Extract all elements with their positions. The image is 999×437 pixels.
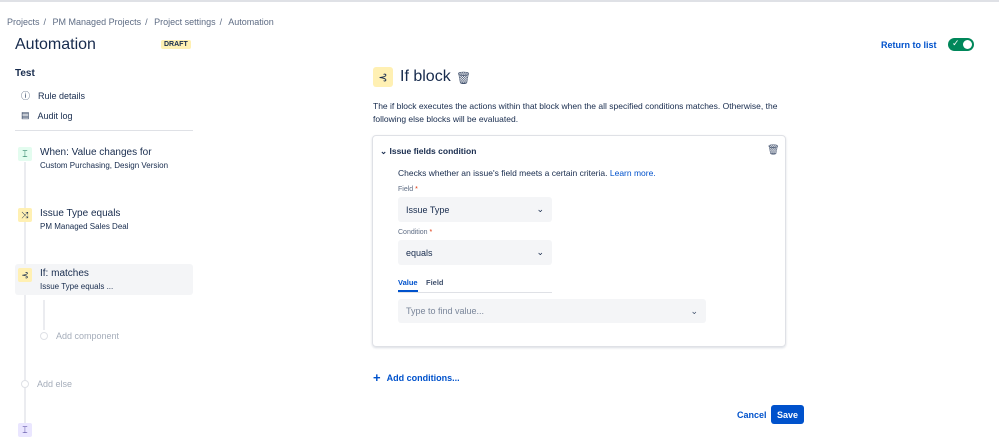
status-badge: DRAFT bbox=[161, 40, 191, 49]
branch-icon: ⊰ bbox=[18, 268, 32, 282]
rule-enabled-toggle[interactable]: ✓ bbox=[948, 38, 974, 51]
save-button[interactable]: Save bbox=[771, 405, 804, 424]
add-else-label: Add else bbox=[37, 379, 73, 389]
add-else-button[interactable]: Add else bbox=[21, 379, 72, 389]
audit-log-icon: ▤ bbox=[21, 110, 30, 120]
breadcrumb: Projects / PM Managed Projects / Project s… bbox=[7, 17, 274, 27]
flow-line-nested bbox=[43, 300, 45, 330]
circle-icon bbox=[21, 380, 29, 388]
add-component-label: Add component bbox=[56, 331, 120, 341]
delete-condition-icon[interactable]: 🗑 bbox=[767, 145, 780, 156]
add-component-button[interactable]: Add component bbox=[40, 331, 119, 341]
condition-header[interactable]: ⌄ Issue fields condition bbox=[380, 146, 476, 157]
condition-title: Issue fields condition bbox=[389, 146, 477, 156]
delete-block-icon[interactable]: 🗑 bbox=[456, 71, 471, 85]
trigger-icon: ⌶ bbox=[18, 147, 32, 161]
rule-name: Test bbox=[15, 68, 35, 79]
component-title: Issue Type equals bbox=[40, 208, 121, 219]
plus-icon: + bbox=[373, 370, 381, 385]
panel-description: The if block executes the actions within… bbox=[373, 101, 778, 124]
tab-field[interactable]: Field bbox=[426, 278, 444, 287]
component-subtitle: Custom Purchasing, Design Version bbox=[40, 161, 169, 170]
nav-label: Rule details bbox=[38, 90, 86, 101]
divider bbox=[15, 130, 193, 131]
breadcrumb-project-settings[interactable]: Project settings bbox=[154, 17, 216, 27]
add-conditions-label: Add conditions... bbox=[386, 372, 460, 383]
add-conditions-button[interactable]: + Add conditions... bbox=[373, 370, 460, 385]
chevron-down-icon: ⌄ bbox=[690, 305, 698, 316]
panel-title: If block bbox=[400, 68, 451, 85]
condition-label: Condition * bbox=[398, 229, 433, 236]
breadcrumb-pm-managed-projects[interactable]: PM Managed Projects bbox=[53, 17, 142, 27]
value-tabs: Value Field bbox=[398, 278, 552, 293]
help-text: Checks whether an issue's field meets a … bbox=[398, 168, 608, 178]
component-if-block[interactable]: ⊰ If: matches Issue Type equals ... bbox=[15, 264, 193, 295]
component-title: If: matches bbox=[40, 268, 89, 279]
chevron-down-icon: ⌄ bbox=[536, 247, 544, 257]
return-to-list-link[interactable]: Return to list bbox=[881, 40, 937, 50]
cancel-button[interactable]: Cancel bbox=[737, 410, 767, 420]
condition-value: equals bbox=[406, 247, 433, 258]
nav-label: Audit log bbox=[37, 110, 73, 121]
value-placeholder: Type to find value... bbox=[406, 306, 485, 316]
learn-more-link[interactable]: Learn more. bbox=[610, 168, 656, 178]
tab-value[interactable]: Value bbox=[398, 278, 418, 292]
field-label: Field * bbox=[398, 186, 418, 193]
page-title: Automation bbox=[15, 36, 96, 53]
component-condition[interactable]: ⤨ Issue Type equals PM Managed Sales Deal bbox=[15, 204, 193, 235]
check-icon: ✓ bbox=[952, 38, 960, 48]
field-select[interactable]: Issue Type ⌄ bbox=[398, 197, 552, 222]
condition-help: Checks whether an issue's field meets a … bbox=[398, 168, 656, 178]
nav-audit-log[interactable]: ▤ Audit log bbox=[21, 110, 73, 121]
breadcrumb-projects[interactable]: Projects bbox=[7, 17, 40, 27]
condition-icon: ⤨ bbox=[18, 208, 32, 222]
top-border bbox=[0, 0, 999, 2]
info-icon: ⓘ bbox=[21, 91, 31, 101]
component-subtitle: Issue Type equals ... bbox=[40, 282, 114, 291]
breadcrumb-automation[interactable]: Automation bbox=[228, 17, 274, 27]
component-subtitle: PM Managed Sales Deal bbox=[40, 222, 129, 231]
component-trigger[interactable]: ⌶ When: Value changes for Custom Purchasi… bbox=[15, 143, 193, 174]
value-input[interactable]: Type to find value... ⌄ bbox=[398, 299, 706, 323]
condition-select[interactable]: equals ⌄ bbox=[398, 240, 552, 265]
chevron-down-icon: ⌄ bbox=[536, 204, 544, 214]
nav-rule-details[interactable]: ⓘ Rule details bbox=[21, 89, 85, 102]
action-icon: ⌶ bbox=[18, 423, 32, 437]
component-title: When: Value changes for bbox=[40, 147, 152, 158]
branch-icon: ⊰ bbox=[373, 67, 393, 87]
condition-card: ⌄ Issue fields condition 🗑 Checks whethe… bbox=[372, 135, 786, 347]
circle-icon bbox=[40, 332, 48, 340]
field-value: Issue Type bbox=[406, 204, 450, 215]
